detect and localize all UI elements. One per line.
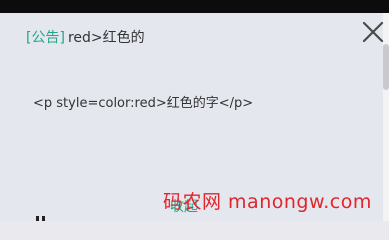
close-icon (362, 21, 384, 43)
notice-content: <p style=color:red>红色的字</p> (33, 96, 254, 111)
notice-title-text: red>红色的 (67, 30, 145, 46)
top-bar (0, 0, 389, 13)
partial-glyph (36, 216, 45, 221)
close-button[interactable] (361, 20, 385, 44)
scrollbar-thumb[interactable] (383, 44, 389, 90)
notice-tag: [公告] (26, 30, 65, 46)
notice-page: [公告] red>红色的 <p style=color:red>红色的字</p> … (0, 0, 389, 221)
notice-title: [公告] red>红色的 (26, 27, 145, 47)
watermark-text: 码农网 manongw.com (163, 191, 372, 213)
